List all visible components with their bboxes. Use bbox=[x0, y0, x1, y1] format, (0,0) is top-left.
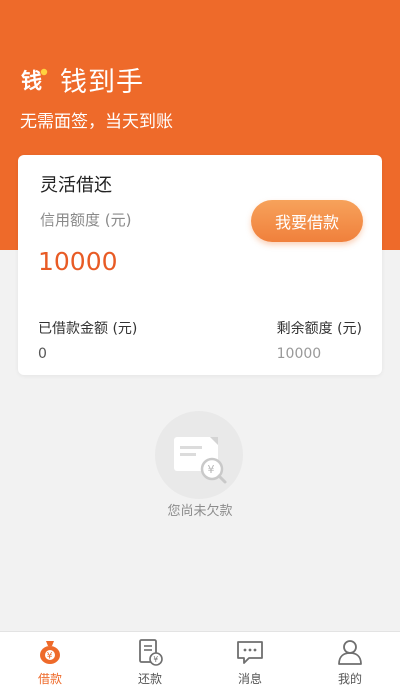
app-logo: 钱 bbox=[20, 66, 48, 94]
remaining-limit-value: 10000 bbox=[276, 346, 322, 362]
chat-bubble-icon bbox=[237, 641, 263, 664]
bill-yen-search-icon: ¥ bbox=[155, 411, 243, 499]
tab-messages-label: 消息 bbox=[237, 672, 262, 686]
user-icon bbox=[338, 640, 362, 665]
tab-mine-label: 我的 bbox=[337, 672, 362, 686]
tab-borrow[interactable]: ¥ 借款 bbox=[0, 632, 100, 690]
credit-limit-label: 信用额度 (元) bbox=[40, 211, 132, 229]
borrowed-amount-stat: 已借款金额 (元) 0 bbox=[38, 318, 137, 362]
bottom-tab-bar: ¥ 借款 ¥ 还款 消息 我的 bbox=[0, 631, 400, 690]
remaining-limit-stat: 剩余额度 (元) 10000 bbox=[277, 318, 362, 362]
tagline: 无需面签，当天到账 bbox=[20, 112, 173, 132]
app-name: 钱到手 bbox=[60, 67, 144, 98]
svg-text:¥: ¥ bbox=[208, 463, 215, 476]
empty-state-message: 您尚未欠款 bbox=[167, 504, 233, 519]
tab-mine[interactable]: 我的 bbox=[300, 632, 400, 690]
borrowed-amount-value: 0 bbox=[38, 346, 47, 362]
svg-text:¥: ¥ bbox=[153, 655, 158, 664]
remaining-limit-label: 剩余额度 (元) bbox=[276, 321, 362, 337]
brand-row: 钱 钱到手 bbox=[20, 60, 144, 99]
svg-text:¥: ¥ bbox=[47, 652, 53, 662]
tab-messages[interactable]: 消息 bbox=[200, 632, 300, 690]
borrow-button[interactable]: 我要借款 bbox=[251, 200, 363, 242]
repay-document-icon: ¥ bbox=[139, 639, 163, 666]
tab-repay[interactable]: ¥ 还款 bbox=[100, 632, 200, 690]
tab-repay-label: 还款 bbox=[137, 672, 162, 686]
card-title: 灵活借还 bbox=[40, 175, 112, 196]
credit-limit-value: 10000 bbox=[38, 247, 118, 276]
svg-text:钱: 钱 bbox=[21, 69, 42, 93]
borrowed-amount-label: 已借款金额 (元) bbox=[38, 321, 138, 337]
credit-card-panel: 灵活借还 信用额度 (元) 10000 我要借款 已借款金额 (元) 0 剩余额… bbox=[18, 155, 382, 375]
tab-borrow-label: 借款 bbox=[37, 672, 62, 686]
money-bag-icon: ¥ bbox=[40, 641, 60, 664]
